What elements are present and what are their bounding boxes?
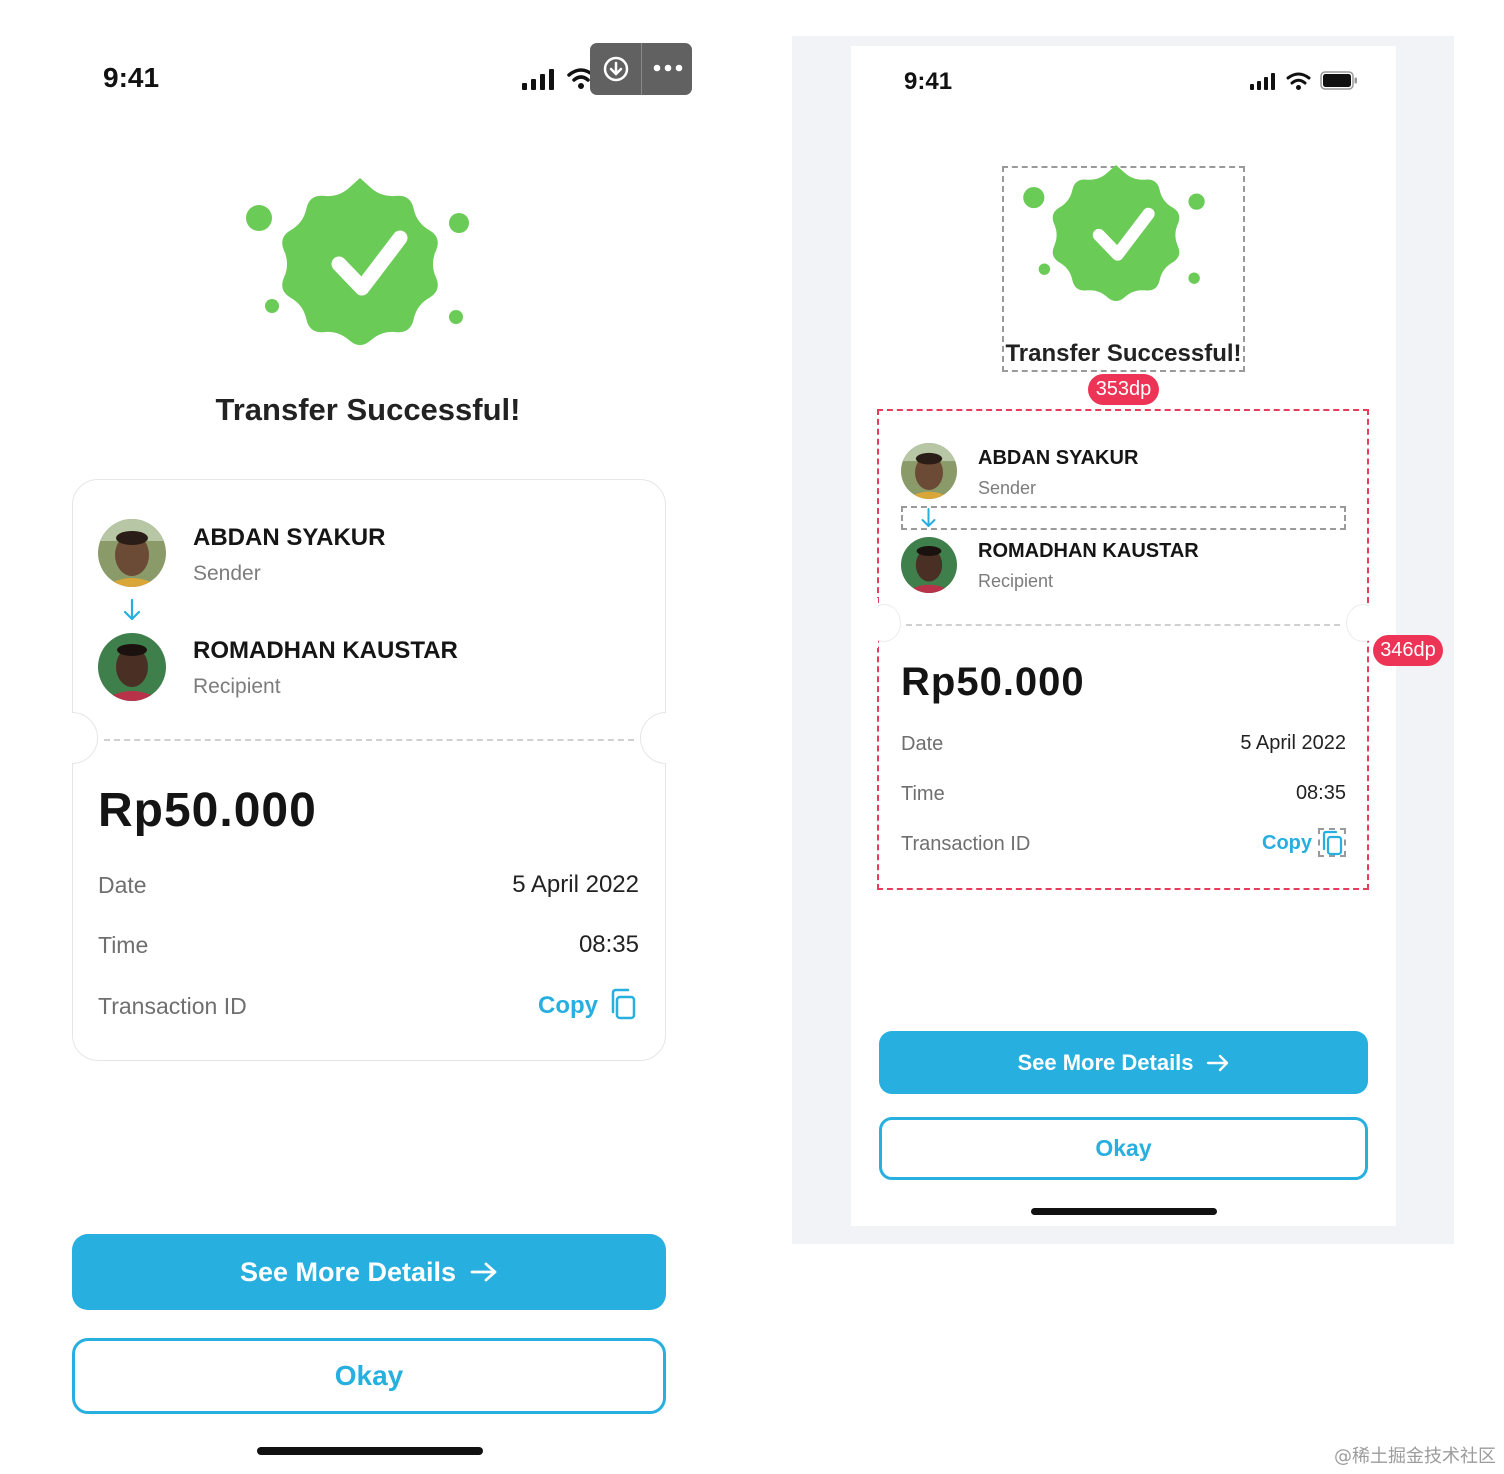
sender-role: Sender: [193, 562, 261, 585]
success-badge-icon: [246, 178, 469, 346]
signal-icon: [522, 69, 554, 90]
home-indicator: [257, 1447, 483, 1455]
okay-label: Okay: [334, 1360, 404, 1391]
spec-okay-button[interactable]: Okay: [879, 1117, 1368, 1180]
spec-signal-icon: [1250, 73, 1275, 90]
width-measure-badge: 353dp: [1088, 374, 1159, 405]
spec-time-label: Time: [901, 783, 945, 805]
see-more-details-label: See More Details: [239, 1256, 457, 1287]
status-time: 9:41: [103, 62, 160, 93]
spec-page-title: Transfer Successful!: [1005, 340, 1242, 367]
sender-name: ABDAN SYAKUR: [193, 524, 386, 551]
spec-home-indicator: [1031, 1208, 1217, 1215]
spec-recipient-role: Recipient: [978, 571, 1054, 591]
transaction-id-label: Transaction ID: [98, 993, 247, 1019]
transfer-amount: Rp50.000: [98, 784, 317, 837]
see-more-details-button[interactable]: See More Details: [72, 1234, 666, 1310]
watermark: @稀土掘金技术社区: [1334, 1446, 1496, 1467]
spec-success-badge-icon: [1023, 165, 1205, 302]
date-label: Date: [98, 872, 147, 898]
height-measure-badge: 346dp: [1373, 635, 1443, 666]
sender-avatar: [98, 519, 166, 587]
okay-button[interactable]: Okay: [72, 1338, 666, 1414]
arrow-down-icon: [123, 598, 141, 621]
ticket-divider: [104, 739, 634, 741]
download-icon[interactable]: [602, 55, 630, 83]
more-options-icon[interactable]: [652, 63, 684, 73]
screenshot-toolbar-overlay[interactable]: [590, 43, 692, 95]
spec-wifi-icon: [1286, 72, 1311, 90]
spec-date-value: 5 April 2022: [1240, 732, 1346, 754]
spec-see-more-details-label: See More Details: [1017, 1049, 1194, 1075]
recipient-role: Recipient: [193, 675, 281, 698]
date-value: 5 April 2022: [512, 871, 639, 898]
spec-arrow-right-icon: [1206, 1054, 1228, 1071]
spec-okay-label: Okay: [1095, 1135, 1152, 1161]
toolbar-divider: [641, 43, 642, 95]
spec-battery-icon: [1320, 71, 1357, 90]
spec-sender-avatar: [901, 443, 957, 499]
spec-sender-role: Sender: [978, 478, 1037, 498]
recipient-avatar: [98, 633, 166, 701]
recipient-name: ROMADHAN KAUSTAR: [193, 637, 458, 664]
spec-see-more-details-button[interactable]: See More Details: [879, 1031, 1368, 1094]
copy-icon[interactable]: [609, 988, 637, 1020]
spec-transaction-id-label: Transaction ID: [901, 833, 1031, 855]
time-value: 08:35: [578, 931, 639, 958]
spec-time-value: 08:35: [1295, 782, 1346, 804]
spec-ticket-divider: [906, 624, 1340, 626]
spec-copy-icon[interactable]: [1321, 830, 1344, 856]
time-label: Time: [98, 932, 149, 958]
spec-copy-transaction-id-button[interactable]: Copy: [1210, 832, 1312, 855]
spec-status-time: 9:41: [904, 68, 953, 95]
spec-arrow-down-icon: [921, 508, 936, 527]
arrow-row-guide: [901, 506, 1346, 530]
spec-recipient-name: ROMADHAN KAUSTAR: [978, 540, 1199, 562]
spec-date-label: Date: [901, 733, 944, 755]
page-title: Transfer Successful!: [215, 392, 521, 427]
spec-transfer-amount: Rp50.000: [901, 660, 1085, 704]
arrow-right-icon: [470, 1262, 497, 1282]
left-phone-screen: 9:41 Transfer Successful! ABDAN SYAKUR S…: [0, 0, 740, 1474]
spec-recipient-avatar: [901, 537, 957, 593]
copy-transaction-id-button[interactable]: Copy: [480, 992, 598, 1020]
spec-sender-name: ABDAN SYAKUR: [978, 447, 1139, 469]
